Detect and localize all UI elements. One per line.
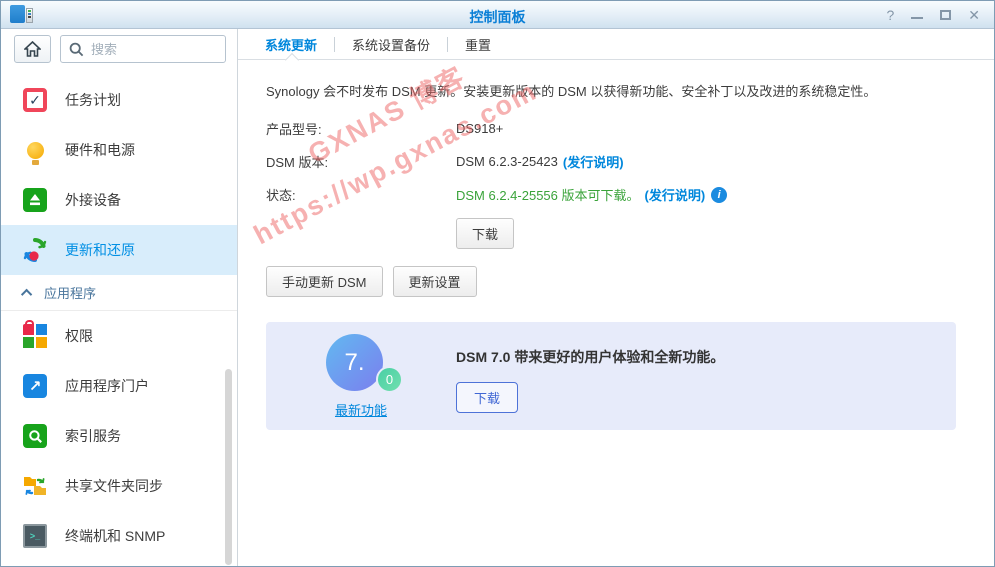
privileges-icon bbox=[22, 323, 48, 349]
sidebar-item-hardware-power[interactable]: 硬件和电源 bbox=[1, 125, 237, 175]
system-update-content: Synology 会不时发布 DSM 更新。安装更新版本的 DSM 以获得新功能… bbox=[238, 60, 994, 451]
window-title: 控制面板 bbox=[1, 7, 994, 27]
sidebar-item-label: 共享文件夹同步 bbox=[65, 476, 163, 496]
banner-right: DSM 7.0 带来更好的用户体验和全新功能。 下载 bbox=[456, 334, 724, 413]
search-box[interactable] bbox=[60, 35, 226, 63]
sidebar-item-label: 终端机和 SNMP bbox=[65, 526, 165, 546]
release-notes-link[interactable]: (发行说明) bbox=[645, 185, 706, 204]
dsm-version-value: DSM 6.2.3-25423 bbox=[456, 154, 558, 169]
field-label: 状态: bbox=[266, 185, 456, 204]
dsm7-banner: 7. 0 最新功能 DSM 7.0 带来更好的用户体验和全新功能。 下载 bbox=[266, 322, 956, 430]
control-panel-window: 控制面板 ? ✕ bbox=[0, 0, 995, 567]
download-row: 下载 bbox=[456, 218, 966, 249]
field-status: 状态: DSM 6.2.4-25556 版本可下载。 (发行说明) i bbox=[266, 185, 966, 204]
collapse-chevron-icon bbox=[21, 288, 32, 299]
minimize-icon[interactable] bbox=[911, 8, 923, 22]
whats-new-link[interactable]: 最新功能 bbox=[335, 400, 387, 419]
sidebar-item-external-devices[interactable]: 外接设备 bbox=[1, 175, 237, 225]
sidebar-item-privileges[interactable]: 权限 bbox=[1, 311, 237, 361]
download-button[interactable]: 下载 bbox=[456, 218, 514, 249]
titlebar: 控制面板 ? ✕ bbox=[1, 1, 994, 29]
sidebar-item-shared-folder-sync[interactable]: 共享文件夹同步 bbox=[1, 461, 237, 511]
sidebar-nav: ✓ 任务计划 硬件和电源 bbox=[1, 75, 237, 561]
action-row: 手动更新 DSM 更新设置 bbox=[266, 266, 966, 297]
release-notes-link[interactable]: (发行说明) bbox=[563, 152, 624, 171]
sidebar-item-label: 外接设备 bbox=[65, 190, 121, 210]
badge-sub: 0 bbox=[376, 366, 403, 393]
window-controls: ? ✕ bbox=[886, 1, 980, 29]
status-value: DSM 6.2.4-25556 版本可下载。 bbox=[456, 185, 640, 204]
sidebar-item-task-scheduler[interactable]: ✓ 任务计划 bbox=[1, 75, 237, 125]
tab-bar: 系统更新 系统设置备份 重置 bbox=[238, 30, 994, 60]
dsm7-badge-column: 7. 0 最新功能 bbox=[266, 334, 456, 419]
home-button[interactable] bbox=[14, 35, 51, 63]
badge-main: 7. bbox=[326, 334, 383, 391]
search-icon bbox=[69, 42, 84, 57]
sidebar-item-label: 硬件和电源 bbox=[65, 140, 135, 160]
hardware-power-icon bbox=[22, 137, 48, 163]
sidebar-item-indexing-service[interactable]: 索引服务 bbox=[1, 411, 237, 461]
sidebar-item-update-restore[interactable]: 更新和还原 bbox=[1, 225, 237, 275]
product-model-value: DS918+ bbox=[456, 121, 503, 136]
sidebar-item-terminal-snmp[interactable]: >_ 终端机和 SNMP bbox=[1, 511, 237, 561]
home-icon bbox=[24, 41, 41, 57]
field-dsm-version: DSM 版本: DSM 6.2.3-25423 (发行说明) bbox=[266, 152, 966, 171]
sidebar-item-label: 应用程序门户 bbox=[65, 376, 149, 396]
banner-text: DSM 7.0 带来更好的用户体验和全新功能。 bbox=[456, 347, 724, 367]
close-icon[interactable]: ✕ bbox=[968, 8, 980, 22]
sidebar-section-label: 应用程序 bbox=[44, 283, 96, 302]
update-description: Synology 会不时发布 DSM 更新。安装更新版本的 DSM 以获得新功能… bbox=[266, 81, 966, 100]
external-devices-icon bbox=[22, 187, 48, 213]
sidebar-item-application-portal[interactable]: ↗ 应用程序门户 bbox=[1, 361, 237, 411]
sidebar-item-label: 更新和还原 bbox=[65, 240, 135, 260]
maximize-icon[interactable] bbox=[940, 8, 951, 22]
task-scheduler-icon: ✓ bbox=[22, 87, 48, 113]
terminal-snmp-icon: >_ bbox=[22, 523, 48, 549]
indexing-service-icon bbox=[22, 423, 48, 449]
application-portal-icon: ↗ bbox=[22, 373, 48, 399]
sidebar-item-label: 索引服务 bbox=[65, 426, 121, 446]
sidebar-section-applications[interactable]: 应用程序 bbox=[1, 275, 237, 311]
search-input[interactable] bbox=[91, 42, 217, 57]
sidebar-item-label: 权限 bbox=[65, 326, 93, 346]
field-label: 产品型号: bbox=[266, 119, 456, 138]
update-settings-button[interactable]: 更新设置 bbox=[393, 266, 477, 297]
main-panel: 系统更新 系统设置备份 重置 Synology 会不时发布 DSM 更新。安装更… bbox=[238, 29, 994, 567]
sidebar: ✓ 任务计划 硬件和电源 bbox=[1, 29, 238, 567]
dsm7-version-badge-icon: 7. 0 bbox=[318, 334, 404, 394]
info-icon[interactable]: i bbox=[711, 187, 727, 203]
sidebar-scrollbar[interactable] bbox=[225, 369, 232, 565]
dsm7-download-button[interactable]: 下载 bbox=[456, 382, 518, 413]
shared-folder-sync-icon bbox=[22, 473, 48, 499]
sidebar-item-label: 任务计划 bbox=[65, 90, 121, 110]
update-restore-icon bbox=[22, 237, 48, 263]
help-icon[interactable]: ? bbox=[886, 8, 894, 22]
field-label: DSM 版本: bbox=[266, 152, 456, 171]
manual-update-button[interactable]: 手动更新 DSM bbox=[266, 266, 383, 297]
tab-reset[interactable]: 重置 bbox=[448, 29, 508, 61]
tab-settings-backup[interactable]: 系统设置备份 bbox=[335, 29, 447, 61]
field-product-model: 产品型号: DS918+ bbox=[266, 119, 966, 138]
